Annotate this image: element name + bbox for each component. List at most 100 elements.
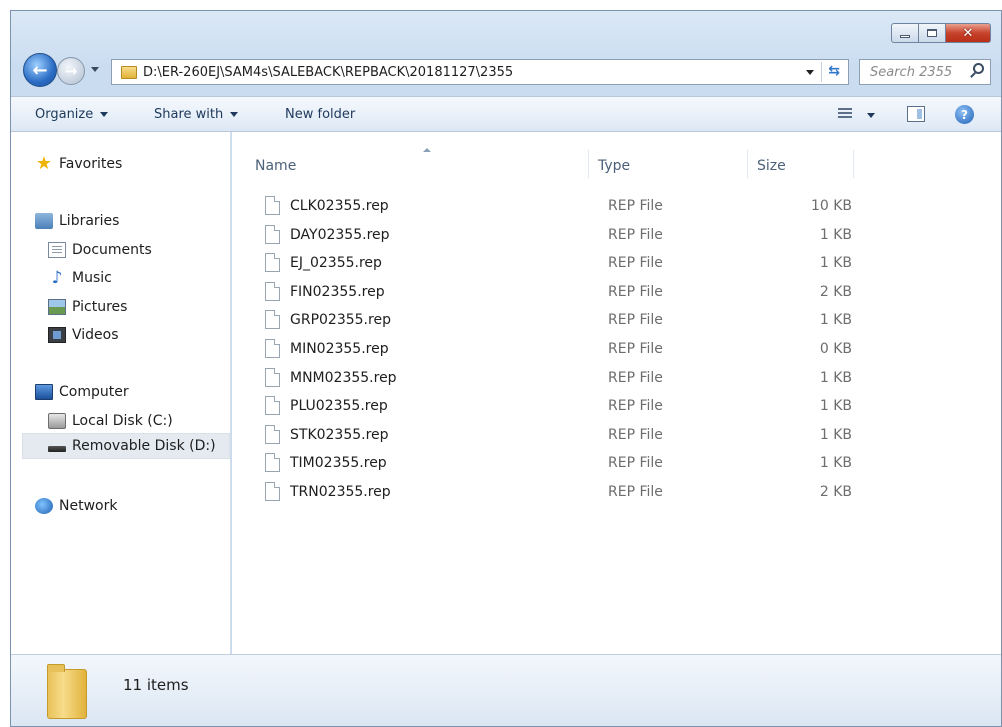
file-type: REP File (608, 455, 663, 472)
libraries-icon (35, 213, 53, 229)
sidebar-item-label: Videos (72, 327, 119, 343)
file-type: REP File (608, 198, 663, 214)
address-dropdown-icon[interactable] (806, 70, 814, 75)
file-row[interactable]: STK02355.rep REP File 1 KB (232, 421, 852, 449)
back-button[interactable]: ← (23, 53, 57, 87)
column-divider[interactable] (747, 150, 748, 178)
address-bar[interactable]: D:\ER-260EJ\SAM4s\SALEBACK\REPBACK\20181… (111, 59, 849, 85)
back-arrow-icon: ← (32, 59, 48, 81)
column-header-size[interactable]: Size (757, 158, 786, 174)
file-size: 1 KB (819, 369, 852, 386)
file-name: GRP02355.rep (290, 312, 391, 329)
sidebar-item-label: Computer (59, 384, 129, 400)
removable-disk-icon (48, 446, 66, 452)
column-divider[interactable] (588, 150, 589, 178)
refresh-icon[interactable]: ⇆ (828, 63, 840, 79)
navigation-pane: ★ Favorites Libraries Documents ♪ Music Pi… (11, 132, 231, 654)
sidebar-item-computer[interactable]: Computer (35, 384, 129, 400)
file-size: 1 KB (819, 255, 852, 272)
file-name: TRN02355.rep (290, 484, 391, 500)
file-row[interactable]: CLK02355.rep REP File 10 KB (232, 192, 852, 220)
file-row[interactable]: MIN02355.rep REP File 0 KB (232, 335, 852, 363)
preview-pane-icon[interactable] (907, 106, 925, 122)
command-bar: Organize Share with New folder ? (11, 96, 1001, 132)
column-header-name[interactable]: Name (255, 158, 296, 174)
file-type: REP File (608, 283, 663, 300)
file-size: 1 KB (819, 426, 852, 443)
file-name: MIN02355.rep (290, 341, 389, 357)
sidebar-item-favorites[interactable]: ★ Favorites (35, 153, 122, 174)
computer-icon (35, 384, 53, 400)
star-icon: ★ (35, 153, 53, 174)
file-icon (265, 396, 280, 416)
file-type: REP File (608, 398, 663, 415)
file-name: STK02355.rep (290, 426, 389, 443)
file-icon (265, 281, 280, 301)
file-list: Name Type Size CLK02355.rep REP File 10 KB… (232, 132, 1001, 654)
search-icon[interactable] (973, 63, 984, 74)
file-row[interactable]: DAY02355.rep REP File 1 KB (232, 221, 852, 249)
column-divider[interactable] (853, 150, 854, 178)
help-icon[interactable]: ? (955, 105, 974, 124)
sidebar-item-pictures[interactable]: Pictures (48, 299, 127, 315)
column-header-type[interactable]: Type (598, 158, 630, 174)
sidebar-item-libraries[interactable]: Libraries (35, 213, 119, 229)
maximize-icon (927, 29, 937, 37)
maximize-button[interactable] (919, 23, 946, 43)
sidebar-item-label: Local Disk (C:) (72, 413, 173, 429)
close-button[interactable]: ✕ (946, 23, 991, 43)
share-with-button[interactable]: Share with (154, 107, 239, 122)
file-type: REP File (608, 426, 663, 443)
file-row[interactable]: EJ_02355.rep REP File 1 KB (232, 249, 852, 277)
sidebar-item-removable-disk[interactable]: Removable Disk (D:) (22, 433, 230, 459)
forward-arrow-icon: → (64, 62, 78, 80)
view-options-dropdown[interactable] (867, 113, 875, 118)
file-type: REP File (608, 484, 663, 500)
file-row[interactable]: TIM02355.rep REP File 1 KB (232, 449, 852, 477)
sidebar-item-videos[interactable]: Videos (48, 327, 119, 343)
file-icon (265, 424, 280, 444)
file-type: REP File (608, 341, 663, 357)
recent-pages-dropdown[interactable] (91, 67, 99, 72)
new-folder-label: New folder (285, 107, 356, 122)
new-folder-button[interactable]: New folder (285, 107, 355, 122)
file-row[interactable]: GRP02355.rep REP File 1 KB (232, 306, 852, 334)
file-type: REP File (608, 226, 663, 243)
file-icon (265, 253, 280, 273)
music-icon: ♪ (51, 268, 63, 288)
chevron-down-icon (230, 112, 239, 117)
file-name: CLK02355.rep (290, 198, 389, 214)
minimize-button[interactable] (891, 23, 919, 43)
item-count: 11 items (123, 676, 189, 694)
file-name: FIN02355.rep (290, 283, 385, 300)
sidebar-item-documents[interactable]: Documents (48, 242, 152, 258)
sidebar-item-label: Music (72, 270, 112, 286)
file-row[interactable]: TRN02355.rep REP File 2 KB (232, 478, 852, 506)
organize-label: Organize (35, 107, 94, 122)
file-type: REP File (608, 255, 663, 272)
sort-ascending-icon (423, 148, 431, 152)
change-view-icon[interactable] (838, 108, 852, 120)
sidebar-item-music[interactable]: ♪ Music (48, 268, 112, 288)
organize-button[interactable]: Organize (35, 107, 109, 122)
forward-button[interactable]: → (57, 57, 85, 85)
file-size: 0 KB (819, 341, 852, 357)
help-glyph: ? (961, 107, 968, 122)
file-row[interactable]: FIN02355.rep REP File 2 KB (232, 278, 852, 306)
close-icon: ✕ (962, 25, 974, 41)
document-icon (48, 242, 66, 258)
sidebar-item-network[interactable]: Network (35, 498, 117, 514)
file-row[interactable]: PLU02355.rep REP File 1 KB (232, 392, 852, 420)
search-input[interactable]: Search 2355 (860, 65, 952, 80)
sidebar-item-label: Removable Disk (D:) (72, 438, 216, 454)
file-size: 1 KB (819, 455, 852, 472)
file-icon (265, 453, 280, 473)
address-path[interactable]: D:\ER-260EJ\SAM4s\SALEBACK\REPBACK\20181… (143, 65, 513, 80)
address-divider (821, 62, 822, 82)
sidebar-item-label: Documents (72, 242, 152, 258)
search-box[interactable]: Search 2355 (859, 59, 991, 85)
file-icon (265, 482, 280, 501)
file-icon (265, 196, 280, 215)
sidebar-item-local-disk[interactable]: Local Disk (C:) (48, 413, 173, 429)
file-row[interactable]: MNM02355.rep REP File 1 KB (232, 364, 852, 392)
